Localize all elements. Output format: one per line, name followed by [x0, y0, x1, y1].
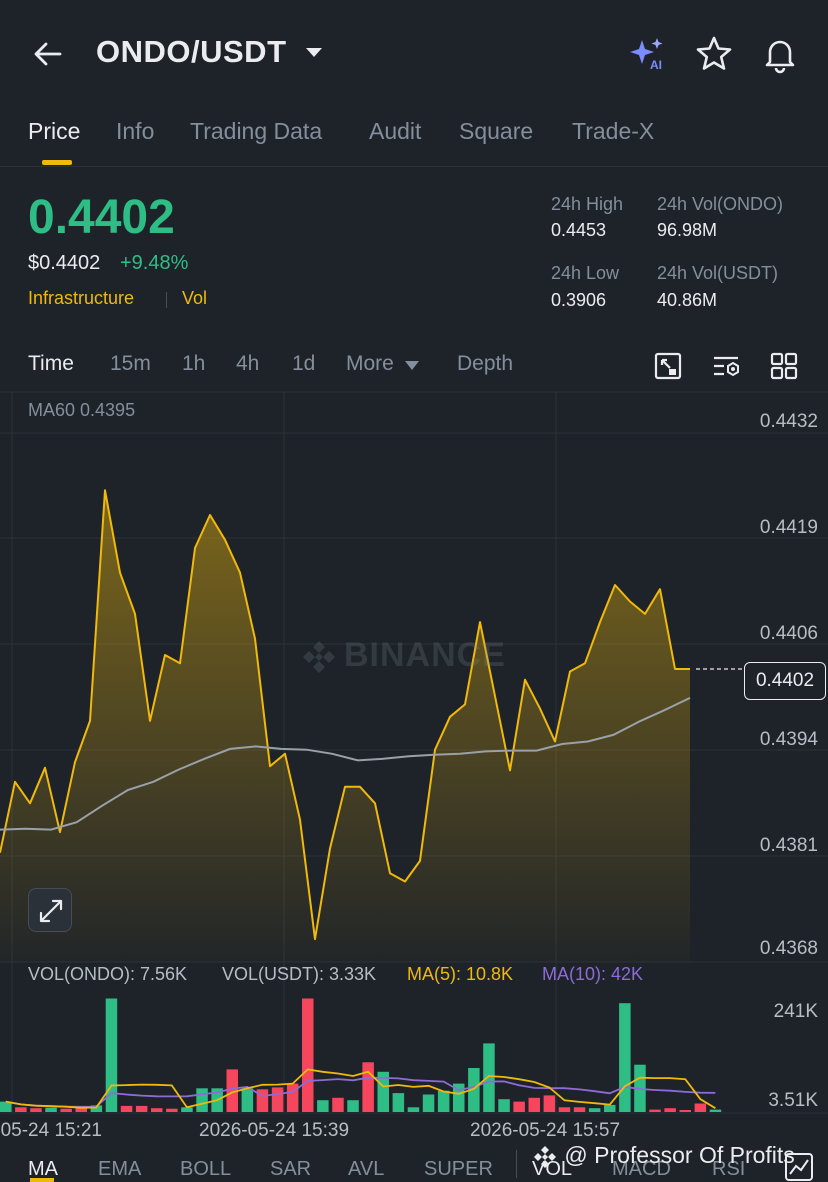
volume-bar	[15, 1107, 27, 1112]
x-tick: 2026-05-24 15:57	[470, 1120, 621, 1141]
volume-bar	[437, 1090, 450, 1112]
indicator-divider	[516, 1150, 517, 1178]
x-tick: 2026-05-24 15:21	[0, 1120, 102, 1141]
indicator-ema[interactable]: EMA	[98, 1158, 141, 1181]
volume-bar	[649, 1109, 661, 1112]
volume-bar	[528, 1097, 540, 1112]
watermark-text: BINANCE	[344, 636, 506, 674]
y-tick: 0.4381	[759, 835, 818, 856]
binance-square-logo-icon	[534, 1145, 556, 1168]
volume-bar	[347, 1100, 359, 1112]
volume-bar	[271, 1087, 284, 1112]
expand-icon	[39, 899, 63, 923]
volume-bar	[422, 1094, 435, 1112]
price-chart[interactable]	[0, 0, 828, 1182]
x-tick: 2026-05-24 15:39	[199, 1120, 350, 1141]
vol-ma5-readout: MA(5): 10.8K	[407, 964, 514, 984]
volume-bar	[664, 1108, 676, 1112]
volume-bar	[30, 1108, 42, 1112]
indicator-avl[interactable]: AVL	[348, 1158, 384, 1181]
last-price-marker: 0.4402	[744, 662, 826, 700]
y-tick: 0.4368	[759, 938, 818, 959]
volume-bar	[45, 1107, 57, 1112]
indicator-super[interactable]: SUPER	[424, 1158, 493, 1181]
fullscreen-button[interactable]	[28, 888, 72, 932]
volume-bar	[302, 998, 314, 1112]
y-tick: 0.4419	[759, 517, 818, 538]
active-indicator-underline	[30, 1178, 54, 1182]
volume-bar	[105, 998, 118, 1112]
indicator-boll[interactable]: BOLL	[180, 1158, 231, 1181]
vol-y-tick: 241K	[773, 1001, 818, 1022]
vol-ma10-readout: MA(10): 42K	[542, 964, 644, 984]
indicator-sar[interactable]: SAR	[270, 1158, 311, 1181]
volume-bar	[679, 1110, 691, 1112]
ma60-label: MA60 0.4395	[28, 400, 136, 420]
volume-bar	[317, 1100, 329, 1112]
vol-base-readout: VOL(ONDO): 7.56K	[28, 964, 188, 984]
volume-bar	[498, 1099, 510, 1112]
volume-bar	[151, 1108, 163, 1112]
volume-bar	[60, 1108, 72, 1112]
y-tick: 0.4406	[759, 623, 818, 644]
volume-bar	[407, 1107, 420, 1112]
volume-bar	[135, 1105, 148, 1112]
volume-bar	[483, 1043, 495, 1112]
watermark-credit: @ Professor Of Profits	[532, 1142, 795, 1170]
binance-watermark: BINANCE	[300, 636, 506, 676]
volume-bar	[709, 1109, 722, 1112]
volume-bar	[513, 1101, 525, 1112]
volume-bar	[332, 1097, 344, 1112]
volume-bar	[241, 1088, 254, 1112]
y-tick: 0.4432	[759, 411, 818, 432]
y-tick: 0.4394	[759, 729, 818, 750]
volume-bar	[588, 1108, 601, 1112]
volume-bar	[166, 1108, 178, 1112]
volume-bar	[619, 1003, 631, 1112]
vol-y-tick: 3.51K	[768, 1090, 818, 1111]
credit-text: @ Professor Of Profits	[564, 1142, 795, 1168]
binance-logo-icon	[300, 638, 338, 676]
volume-bar	[392, 1093, 405, 1112]
volume-bar	[543, 1095, 556, 1112]
volume-bar	[604, 1104, 616, 1112]
volume-bar	[694, 1103, 707, 1112]
volume-bar	[362, 1062, 374, 1112]
volume-bar	[120, 1105, 133, 1112]
price-area-fill	[0, 490, 690, 962]
vol-quote-readout: VOL(USDT): 3.33K	[222, 964, 377, 984]
volume-bar	[573, 1107, 586, 1112]
volume-bar	[558, 1107, 571, 1112]
volume-bar	[196, 1088, 208, 1112]
